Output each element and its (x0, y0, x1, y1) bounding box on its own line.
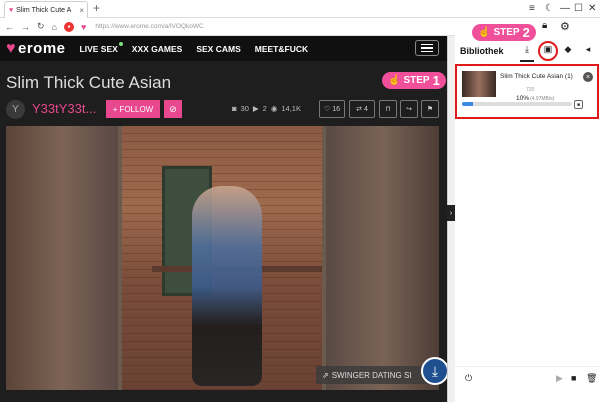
eye-slash-icon: ⊘ (169, 103, 177, 114)
video-icon: ▶ (252, 104, 259, 113)
menu-icon[interactable]: ≡ (529, 3, 535, 15)
view-count: 14,1K (281, 104, 301, 113)
active-tab-indicator (520, 60, 534, 62)
minimize-icon[interactable]: — (560, 3, 570, 15)
speaker-icon: ◂ (585, 44, 591, 54)
share-icon: ↪ (406, 106, 412, 113)
back-icon[interactable]: ← (5, 22, 14, 32)
chevron-right-icon: › (449, 209, 453, 217)
avatar[interactable]: Y (6, 100, 25, 119)
download-remove-button[interactable]: × (583, 72, 593, 82)
photo-subject (192, 186, 262, 386)
heart-outline-icon: ♡ (323, 106, 331, 113)
tag-icon: ◆ (564, 44, 572, 54)
url-field[interactable]: https://www.erome.com/a/lVOQkoWC (95, 23, 203, 30)
album-title: Slim Thick Cute Asian (6, 73, 172, 92)
external-link-icon: ⇗ (322, 370, 329, 380)
step2-badge: ☝ STEP 2 (472, 24, 536, 41)
download-stop-button[interactable]: ■ (574, 100, 583, 109)
tab-tags[interactable]: ◆ (560, 44, 576, 55)
flag-icon: ⚑ (426, 106, 434, 113)
record-icon[interactable]: ● (63, 21, 74, 32)
maximize-icon[interactable]: ☐ (574, 3, 583, 15)
hand-pointer-icon: ☝ (388, 75, 401, 86)
share-button[interactable]: ↪ (400, 100, 418, 118)
logo-text: erome (18, 40, 66, 57)
bookmark-icon: ⊓ (385, 106, 391, 113)
nav-sex-cams[interactable]: SEX CAMS (196, 44, 240, 54)
download-progress-bar (462, 102, 572, 106)
reload-icon[interactable]: ↻ (37, 21, 45, 32)
download-percent: 10% (516, 95, 530, 102)
hand-pointer-icon: ☝ (478, 27, 491, 38)
download-resolution: 720 (526, 87, 535, 93)
nav-meet-fuck[interactable]: MEET&FUCK (255, 44, 308, 54)
moon-icon[interactable]: ☾ (545, 3, 554, 15)
forward-icon[interactable]: → (21, 22, 30, 32)
gear-icon[interactable]: ⚙ (560, 20, 570, 33)
video-count: 2 (262, 104, 267, 113)
nav-xxx-games[interactable]: XXX GAMES (132, 44, 183, 54)
stop-icon: ■ (576, 101, 581, 108)
blurred-background-left (6, 126, 118, 390)
hamburger-menu-button[interactable] (415, 40, 439, 56)
close-window-icon[interactable]: ✕ (588, 3, 596, 15)
address-bar: ← → ↻ ⌂ ● ♥ https://www.erome.com/a/lVOQ… (0, 18, 455, 36)
bookmark-button[interactable]: ⊓ (379, 100, 397, 118)
step1-badge: ☝ STEP 1 (382, 72, 446, 89)
follow-button[interactable]: + FOLLOW (106, 100, 160, 118)
hide-button[interactable]: ⊘ (164, 100, 182, 118)
download-progress-fill (462, 102, 473, 106)
tab-title: Slim Thick Cute A (16, 6, 72, 14)
logo-heart-icon: ♥ (6, 39, 16, 57)
close-icon: × (585, 73, 591, 81)
new-tab-button[interactable]: + (93, 2, 100, 14)
panel-footer (455, 366, 600, 390)
tab-audio[interactable]: ◂ (580, 44, 596, 55)
plus-icon: + (112, 104, 118, 114)
album-stats: ◙ 30 ▶ 2 ◉ 14,1K (232, 104, 301, 113)
trash-icon[interactable]: 🗑︎ (586, 373, 597, 384)
download-icon: ⤓ (431, 362, 439, 379)
heart-icon: ♥ (9, 6, 14, 14)
camera-icon: ◙ (232, 104, 237, 113)
tab-bar (0, 0, 600, 18)
like-button[interactable]: ♡ 16 (319, 100, 345, 118)
collapse-panel-button[interactable]: › (447, 205, 455, 221)
power-icon[interactable]: ⏻ (465, 373, 472, 384)
browser-tab[interactable]: ♥ Slim Thick Cute A × (4, 1, 88, 18)
download-icon: ⤓ (525, 44, 529, 54)
nav-live-sex[interactable]: LIVE SEX (80, 41, 123, 54)
repost-icon: ⇄ (356, 106, 362, 113)
play-icon[interactable]: ▶ (556, 373, 563, 384)
image-count: 30 (240, 104, 249, 113)
tab-downloads[interactable]: ⤓ (519, 44, 535, 55)
site-navbar: ♥ erome LIVE SEX XXX GAMES SEX CAMS MEET… (0, 36, 447, 61)
repost-button[interactable]: ⇄ 4 (349, 100, 375, 118)
report-button[interactable]: ⚑ (421, 100, 439, 118)
home-icon[interactable]: ⌂ (52, 22, 57, 32)
download-name: Slim Thick Cute Asian (1) (500, 73, 573, 80)
floating-download-button[interactable]: ⤓ (421, 357, 449, 385)
stop-all-icon[interactable]: ■ (571, 373, 576, 383)
album-photo[interactable] (122, 126, 322, 390)
lock-icon[interactable]: 🔒︎ (542, 20, 547, 31)
close-tab-icon[interactable]: × (79, 6, 84, 15)
username-link[interactable]: Y33tY33t... (32, 101, 96, 116)
eye-icon: ◉ (270, 104, 278, 113)
download-thumbnail[interactable] (462, 71, 496, 97)
step2-highlight-circle (538, 41, 558, 61)
site-heart-icon: ♥ (80, 21, 87, 32)
online-dot (118, 41, 123, 46)
erome-logo[interactable]: ♥ erome (6, 40, 66, 58)
blurred-background-right (326, 126, 439, 390)
panel-title: Bibliothek (460, 46, 504, 56)
